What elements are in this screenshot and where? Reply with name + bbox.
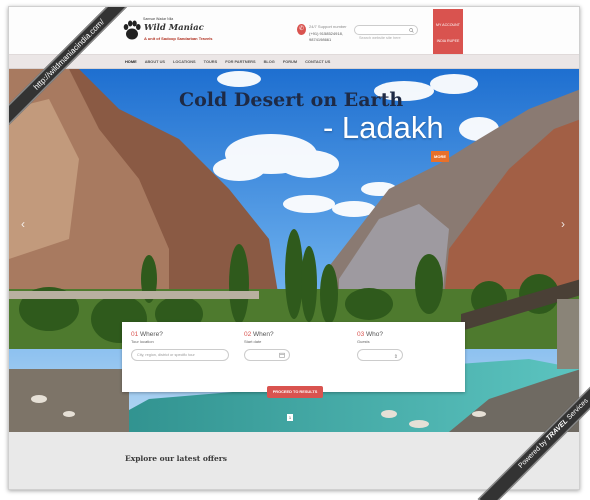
site-logo[interactable]: Samsar Wadar Nila Wild Maniac A unit of … bbox=[123, 17, 213, 45]
hero-slider: Cold Desert on Earth - Ladakh MORE ‹ › 0… bbox=[9, 69, 579, 432]
nav-item-about-us[interactable]: ABOUT US bbox=[141, 59, 169, 64]
start-date-label: Start date bbox=[244, 339, 262, 344]
who-heading: 03 Who? bbox=[357, 331, 383, 338]
search-input[interactable] bbox=[355, 34, 407, 42]
hero-title: Cold Desert on Earth bbox=[179, 89, 404, 111]
chevron-right-icon[interactable]: › bbox=[561, 217, 565, 231]
when-title: When? bbox=[253, 331, 274, 338]
search-box bbox=[354, 25, 418, 42]
tour-location-label: Tour location bbox=[131, 339, 154, 344]
nav-item-contact-us[interactable]: CONTACT US bbox=[301, 59, 334, 64]
browser-frame: Samsar Wadar Nila Wild Maniac A unit of … bbox=[8, 6, 580, 490]
when-column: 02 When? bbox=[244, 331, 274, 338]
logo-name: Wild Maniac bbox=[144, 23, 204, 33]
where-heading: 01 Where? bbox=[131, 331, 163, 338]
proceed-to-results-button[interactable]: PROCEED TO RESULTS bbox=[267, 386, 323, 398]
booking-panel: 01 Where? Tour location City, region, di… bbox=[122, 322, 465, 392]
nav-item-tours[interactable]: TOURS bbox=[200, 59, 222, 64]
offers-title: Explore our latest offers bbox=[125, 454, 227, 463]
step-number: 03 bbox=[357, 331, 365, 338]
support-label: 24/7 Support number bbox=[309, 24, 347, 29]
where-title: Where? bbox=[140, 331, 163, 338]
main-nav: HOME ABOUT US LOCATIONS TOURS FOR PARTNE… bbox=[9, 54, 579, 69]
where-column: 01 Where? bbox=[131, 331, 163, 338]
step-number: 02 bbox=[244, 331, 252, 338]
search-icon[interactable] bbox=[409, 28, 414, 33]
who-column: 03 Who? bbox=[357, 331, 383, 338]
logo-subtitle: A unit of Sadoop Sandarban Travels bbox=[144, 36, 213, 41]
tour-location-input[interactable]: City, region, district or specific tour bbox=[131, 349, 229, 361]
step-number: 01 bbox=[131, 331, 139, 338]
guests-label: Guests bbox=[357, 339, 370, 344]
nav-item-locations[interactable]: LOCATIONS bbox=[169, 59, 200, 64]
nav-item-home[interactable]: HOME bbox=[121, 59, 141, 64]
calendar-icon[interactable] bbox=[279, 352, 285, 358]
phone-icon: ✆ bbox=[297, 24, 306, 35]
my-account-link[interactable]: MY ACCOUNT bbox=[434, 23, 462, 27]
paw-icon bbox=[123, 20, 141, 40]
more-button[interactable]: MORE bbox=[431, 151, 449, 162]
chevron-left-icon[interactable]: ‹ bbox=[21, 217, 25, 231]
guests-select[interactable]: ⇕ bbox=[357, 349, 403, 361]
nav-item-forum[interactable]: FORUM bbox=[279, 59, 301, 64]
nav-item-for-partners[interactable]: FOR PARTNERS bbox=[221, 59, 259, 64]
nav-item-blog[interactable]: BLOG bbox=[260, 59, 279, 64]
support-phone[interactable]: (+91) 9158524918, bbox=[309, 31, 343, 36]
when-heading: 02 When? bbox=[244, 331, 274, 338]
start-date-input[interactable] bbox=[244, 349, 290, 361]
slide-indicator[interactable]: 1 bbox=[287, 414, 293, 421]
who-title: Who? bbox=[366, 331, 384, 338]
logo-tagline: Samsar Wadar Nila bbox=[143, 17, 174, 21]
support-phone-2[interactable]: 9874198661 bbox=[309, 37, 331, 42]
chevron-updown-icon: ⇕ bbox=[393, 354, 398, 360]
currency-selector[interactable]: INDIA RUPEE bbox=[434, 39, 462, 43]
hero-subtitle: - Ladakh bbox=[323, 110, 444, 145]
